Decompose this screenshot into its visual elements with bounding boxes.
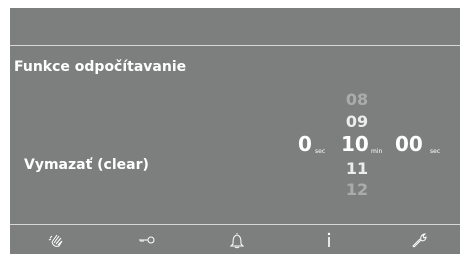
roller-value-09[interactable]: 09 (340, 112, 374, 131)
roller-value-12[interactable]: 12 (340, 180, 374, 199)
display-screen: Funkce odpočítavanie Vymazať (clear) 08 … (10, 8, 460, 254)
timer-picker: 0 sec 10 min 00 sec (298, 132, 460, 162)
seconds-left-value[interactable]: 0 (298, 132, 312, 156)
minutes-unit: min (371, 148, 383, 155)
page-title: Funkce odpočítavanie (14, 59, 187, 75)
roller-value-08[interactable]: 08 (340, 90, 374, 109)
bell-icon[interactable] (227, 230, 247, 250)
header-divider (10, 45, 460, 46)
bottom-nav (10, 225, 460, 254)
key-icon[interactable] (137, 230, 157, 250)
seconds-left-unit: sec (315, 148, 326, 155)
wrench-icon[interactable] (410, 230, 430, 250)
hand-wave-icon[interactable] (47, 230, 67, 250)
info-icon[interactable] (319, 230, 339, 250)
minutes-value[interactable]: 10 (341, 132, 369, 156)
clear-button[interactable]: Vymazať (clear) (24, 157, 149, 173)
seconds-right-value[interactable]: 00 (395, 132, 423, 156)
seconds-right-unit: sec (430, 148, 441, 155)
